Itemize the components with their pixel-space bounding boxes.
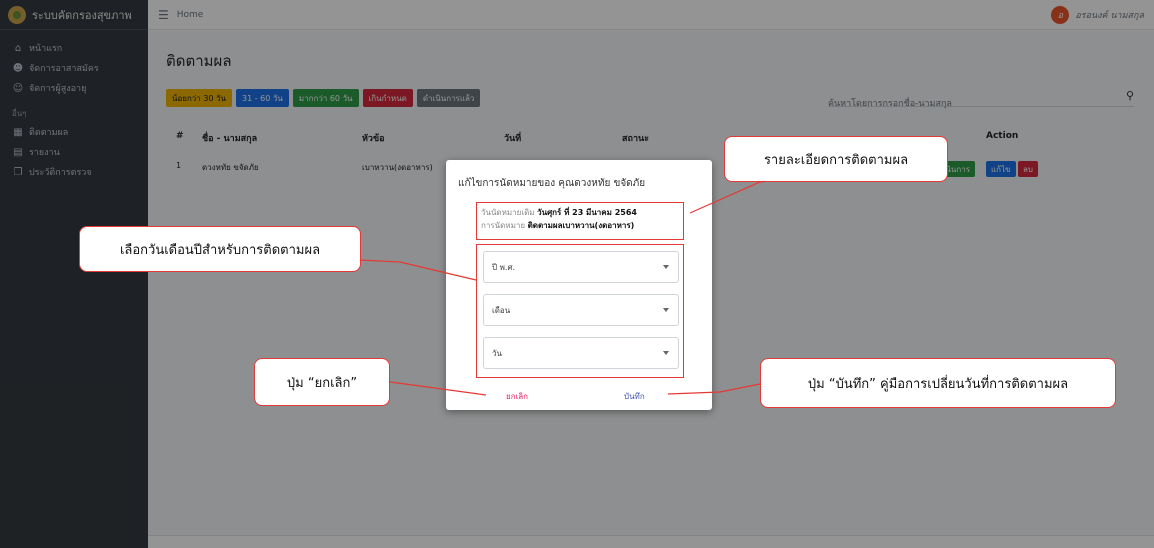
month-select[interactable]: เดือน xyxy=(483,294,679,326)
old-date-value: วันศุกร์ ที่ 23 มีนาคม 2564 xyxy=(537,208,637,217)
save-button[interactable]: บันทึก xyxy=(624,390,645,403)
year-select-value: ปี พ.ศ. xyxy=(492,262,516,272)
callout-cancel: ปุ่ม “ยกเลิก” xyxy=(254,358,390,406)
edit-appointment-dialog: แก้ไขการนัดหมายของ คุณดวงหทัย ขจัดภัย วั… xyxy=(446,160,712,410)
day-select-value: วัน xyxy=(492,348,502,358)
date-select-group: ปี พ.ศ. เดือน วัน xyxy=(476,244,684,378)
old-date-label: วันนัดหมายเดิม xyxy=(481,208,535,217)
cancel-button[interactable]: ยกเลิก xyxy=(506,390,528,403)
appointment-value: ติดตามผลเบาหวาน(งดอาหาร) xyxy=(527,221,635,230)
callout-save: ปุ่ม “บันทึก” คู่มือการเปลี่ยนวันที่การต… xyxy=(760,358,1116,408)
callout-choose-date: เลือกวันเดือนปีสำหรับการติดตามผล xyxy=(79,226,361,272)
chevron-down-icon xyxy=(663,351,669,355)
month-select-value: เดือน xyxy=(492,305,511,315)
appointment-label: การนัดหมาย xyxy=(481,221,526,230)
chevron-down-icon xyxy=(663,308,669,312)
day-select[interactable]: วัน xyxy=(483,337,679,369)
appointment-details: วันนัดหมายเดิม วันศุกร์ ที่ 23 มีนาคม 25… xyxy=(476,202,684,240)
callout-details: รายละเอียดการติดตามผล xyxy=(724,136,948,182)
app-window: ระบบคัดกรองสุขภาพ ⌂ หน้าแรก ☻ จัดการอาสา… xyxy=(0,0,1154,548)
chevron-down-icon xyxy=(663,265,669,269)
dialog-title: แก้ไขการนัดหมายของ คุณดวงหทัย ขจัดภัย xyxy=(458,178,646,189)
year-select[interactable]: ปี พ.ศ. xyxy=(483,251,679,283)
